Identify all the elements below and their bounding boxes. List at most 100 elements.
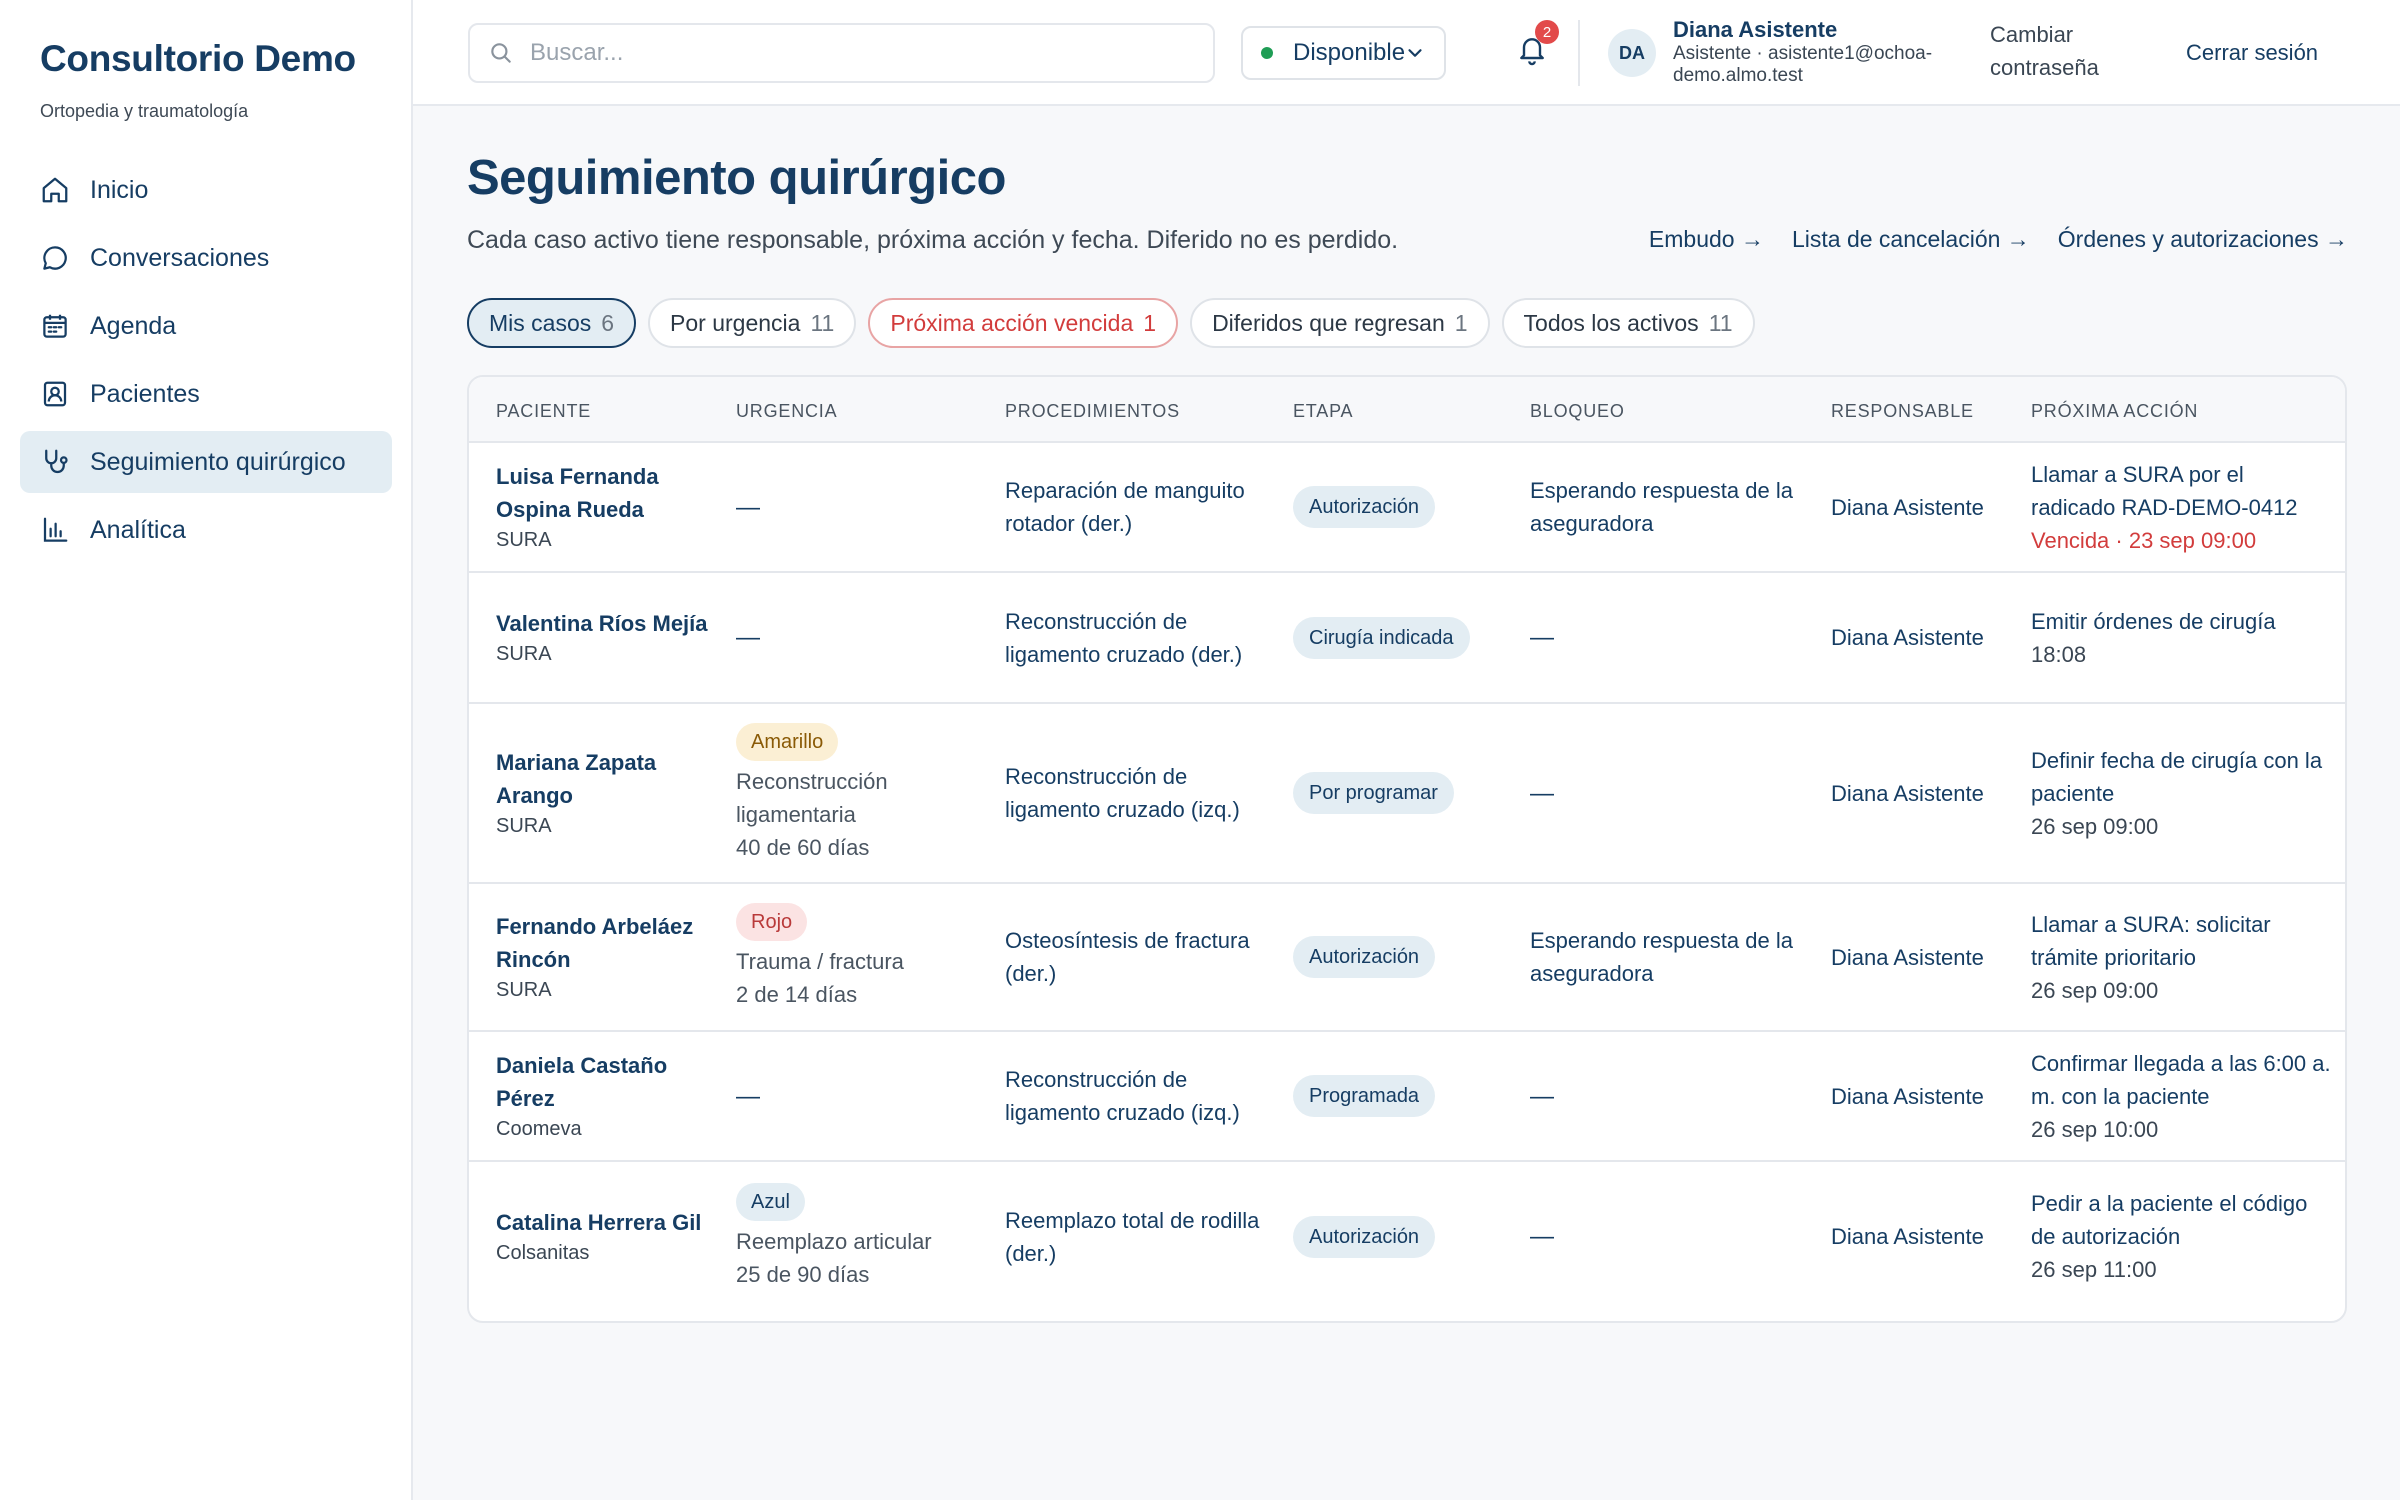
sidebar-item-inicio[interactable]: Inicio bbox=[20, 159, 392, 221]
filter-label: Todos los activos bbox=[1523, 309, 1699, 336]
next-action-due: 26 sep 11:00 bbox=[2031, 1257, 2157, 1282]
change-password-link[interactable]: Cambiar contraseña bbox=[1990, 18, 2120, 84]
next-action: Definir fecha de cirugía con la paciente bbox=[2031, 747, 2323, 806]
empty-value: — bbox=[1530, 624, 1554, 651]
cell-block: — bbox=[1530, 1032, 1810, 1160]
next-action: Llamar a SURA: solicitar trámite priorit… bbox=[2031, 911, 2271, 970]
patient-name[interactable]: Daniela Castaño Pérez bbox=[496, 1049, 726, 1115]
cell-next-action: Emitir órdenes de cirugía 18:08 bbox=[2031, 573, 2331, 702]
column-header-urgencia[interactable]: Urgencia bbox=[736, 401, 837, 422]
cell-procedure: Reconstrucción de ligamento cruzado (der… bbox=[1005, 573, 1275, 702]
chat-icon bbox=[43, 246, 67, 270]
cases-table: Paciente Urgencia Procedimientos Etapa B… bbox=[467, 375, 2347, 1323]
table-row[interactable]: Luisa Fernanda Ospina Rueda SURA — Reparaci… bbox=[469, 443, 2345, 573]
search-icon bbox=[491, 43, 511, 63]
column-header-proxima-accion[interactable]: Próxima acción bbox=[2031, 401, 2198, 422]
cell-owner: Diana Asistente bbox=[1831, 573, 2021, 702]
cell-owner: Diana Asistente bbox=[1831, 704, 2021, 882]
patient-name[interactable]: Luisa Fernanda Ospina Rueda bbox=[496, 460, 726, 526]
next-action-due: 26 sep 09:00 bbox=[2031, 977, 2159, 1003]
cell-owner: Diana Asistente bbox=[1831, 1162, 2021, 1311]
cell-block: — bbox=[1530, 1162, 1810, 1311]
cell-procedure: Osteosíntesis de fractura (der.) bbox=[1005, 884, 1275, 1030]
table-row[interactable]: Catalina Herrera Gil Colsanitas Azul Reempl… bbox=[469, 1162, 2345, 1311]
filter-count: 1 bbox=[1454, 309, 1468, 336]
cell-patient: Valentina Ríos Mejía SURA bbox=[496, 573, 726, 702]
cell-patient: Daniela Castaño Pérez Coomeva bbox=[496, 1032, 726, 1160]
next-action-due: 18:08 bbox=[2031, 641, 2087, 667]
page-title: Seguimiento quirúrgico bbox=[467, 151, 1006, 205]
owner-name: Diana Asistente bbox=[1831, 1224, 1984, 1249]
filter-label: Mis casos bbox=[489, 309, 592, 336]
column-header-bloqueo[interactable]: Bloqueo bbox=[1530, 401, 1625, 422]
cell-next-action: Confirmar llegada a las 6:00 a. m. con l… bbox=[2031, 1032, 2331, 1160]
filter-accion-vencida[interactable]: Próxima acción vencida 1 bbox=[868, 298, 1179, 348]
brand-name[interactable]: Consultorio Demo bbox=[40, 38, 356, 80]
procedure-name: Reconstrucción de ligamento cruzado (izq… bbox=[1005, 1067, 1240, 1125]
sidebar-item-label: Agenda bbox=[90, 311, 177, 340]
availability-select[interactable]: Disponible bbox=[1241, 26, 1446, 80]
column-header-paciente[interactable]: Paciente bbox=[496, 401, 591, 422]
user-name: Diana Asistente bbox=[1673, 17, 1838, 42]
filter-count: 1 bbox=[1143, 309, 1157, 336]
block-reason: Esperando respuesta de la aseguradora bbox=[1530, 928, 1793, 986]
calendar-icon bbox=[43, 314, 67, 338]
column-header-procedimientos[interactable]: Procedimientos bbox=[1005, 401, 1180, 422]
column-header-etapa[interactable]: Etapa bbox=[1293, 401, 1353, 422]
cell-urgency: Azul Reemplazo articular 25 de 90 días bbox=[736, 1162, 986, 1311]
next-action-due: 26 sep 09:00 bbox=[2031, 813, 2159, 839]
patient-name[interactable]: Catalina Herrera Gil bbox=[496, 1206, 726, 1239]
search-box[interactable] bbox=[468, 23, 1215, 83]
cell-stage: Autorización bbox=[1293, 884, 1513, 1030]
filter-diferidos[interactable]: Diferidos que regresan 1 bbox=[1190, 298, 1490, 348]
stage-badge: Autorización bbox=[1293, 486, 1436, 528]
cell-patient: Mariana Zapata Arango SURA bbox=[496, 704, 726, 882]
insurer-name: SURA bbox=[496, 979, 552, 1001]
stage-badge: Autorización bbox=[1293, 936, 1436, 978]
urgency-days: 40 de 60 días bbox=[736, 834, 870, 860]
table-row[interactable]: Daniela Castaño Pérez Coomeva — Reconstrucc… bbox=[469, 1032, 2345, 1162]
procedure-name: Reconstrucción de ligamento cruzado (der… bbox=[1005, 608, 1243, 667]
filter-por-urgencia[interactable]: Por urgencia 11 bbox=[648, 298, 857, 348]
cancellation-list-link[interactable]: Lista de cancelación → bbox=[1792, 226, 2030, 253]
table-body: Luisa Fernanda Ospina Rueda SURA — Reparaci… bbox=[469, 443, 2345, 1311]
filter-todos-activos[interactable]: Todos los activos 11 bbox=[1501, 298, 1755, 348]
sidebar-item-seguimiento-quirurgico[interactable]: Seguimiento quirúrgico bbox=[20, 431, 392, 493]
sidebar-item-pacientes[interactable]: Pacientes bbox=[20, 363, 392, 425]
funnel-link[interactable]: Embudo → bbox=[1649, 226, 1764, 253]
sidebar-item-conversaciones[interactable]: Conversaciones bbox=[20, 227, 392, 289]
urgency-days: 25 de 90 días bbox=[736, 1261, 870, 1287]
sidebar-item-label: Seguimiento quirúrgico bbox=[90, 447, 346, 476]
brand-subtitle: Ortopedia y traumatología bbox=[40, 101, 249, 121]
avatar[interactable]: DA bbox=[1608, 29, 1656, 77]
urgency-category: Reemplazo articular bbox=[736, 1228, 932, 1254]
cell-procedure: Reconstrucción de ligamento cruzado (izq… bbox=[1005, 704, 1275, 882]
cell-procedure: Reparación de manguito rotador (der.) bbox=[1005, 443, 1275, 571]
cell-owner: Diana Asistente bbox=[1831, 443, 2021, 571]
table-row[interactable]: Valentina Ríos Mejía SURA — Reconstrucción … bbox=[469, 573, 2345, 704]
table-row[interactable]: Mariana Zapata Arango SURA Amarillo Reconst… bbox=[469, 704, 2345, 884]
patient-name[interactable]: Mariana Zapata Arango bbox=[496, 746, 726, 812]
cell-next-action: Definir fecha de cirugía con la paciente… bbox=[2031, 704, 2331, 882]
urgency-category: Reconstrucción ligamentaria bbox=[736, 768, 888, 827]
procedure-name: Reparación de manguito rotador (der.) bbox=[1005, 478, 1245, 536]
empty-value: — bbox=[1530, 1082, 1554, 1110]
patient-name[interactable]: Fernando Arbeláez Rincón bbox=[496, 910, 726, 976]
filter-mis-casos[interactable]: Mis casos 6 bbox=[467, 298, 637, 348]
insurer-name: SURA bbox=[496, 815, 552, 837]
empty-value: — bbox=[1530, 779, 1554, 807]
stage-badge: Autorización bbox=[1293, 1215, 1436, 1258]
sidebar-item-analitica[interactable]: Analítica bbox=[20, 499, 392, 561]
search-input[interactable] bbox=[530, 39, 1180, 67]
orders-authorizations-link[interactable]: Órdenes y autorizaciones → bbox=[2058, 226, 2348, 253]
cell-urgency: — bbox=[736, 1032, 986, 1160]
filter-label: Diferidos que regresan bbox=[1212, 309, 1445, 336]
table-row[interactable]: Fernando Arbeláez Rincón SURA Rojo Trauma /… bbox=[469, 884, 2345, 1032]
column-header-responsable[interactable]: Responsable bbox=[1831, 401, 1974, 422]
urgency-badge: Amarillo bbox=[736, 722, 839, 761]
sidebar-item-agenda[interactable]: Agenda bbox=[20, 295, 392, 357]
stage-badge: Programada bbox=[1293, 1075, 1436, 1117]
logout-link[interactable]: Cerrar sesión bbox=[2186, 36, 2318, 69]
patient-name[interactable]: Valentina Ríos Mejía bbox=[496, 607, 726, 640]
cell-next-action: Llamar a SURA: solicitar trámite priorit… bbox=[2031, 884, 2331, 1030]
